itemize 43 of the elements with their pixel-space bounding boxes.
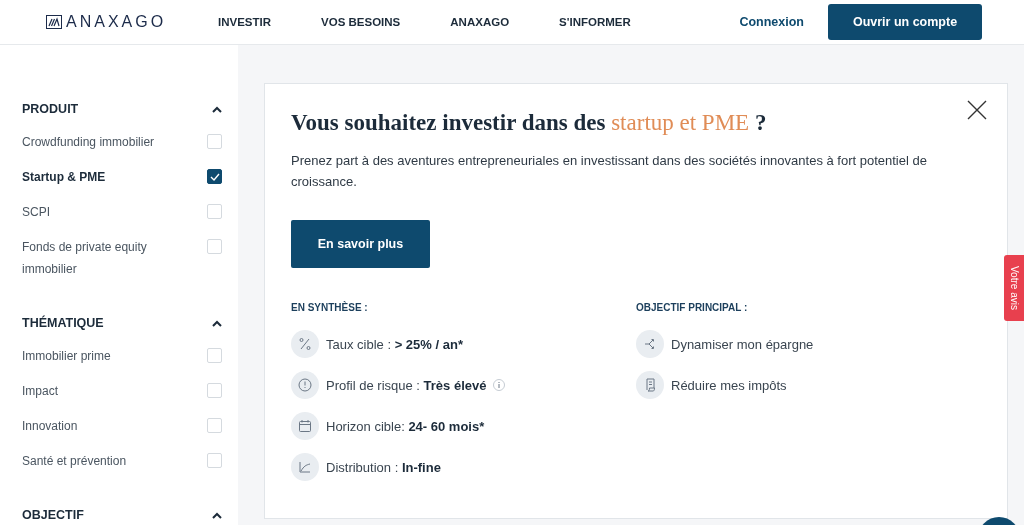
filter-label[interactable]: Startup & PME [22, 166, 182, 188]
summary-item: Taux cible : > 25% / an* [326, 336, 463, 352]
warning-icon [291, 371, 319, 399]
filter-section-title[interactable]: PRODUIT [22, 102, 79, 116]
card-title: Vous souhaitez investir dans des startup et PME ? [291, 110, 768, 136]
summary-item: Horizon cible: 24- 60 mois* [326, 418, 485, 434]
chevron-icon[interactable] [212, 105, 222, 113]
summary-heading: EN SYNTHÈSE : [291, 302, 369, 313]
nav-link[interactable]: VOS BESOINS [321, 16, 401, 28]
close-icon[interactable] [967, 100, 987, 120]
card-description: Prenez part à des aventures entrepreneuriales en investissant dans des sociétés innovantes à fort potentiel de croissance. [291, 152, 928, 191]
filter-label[interactable]: SCPI [22, 201, 182, 223]
filter-label[interactable]: Immobilier prime [22, 345, 182, 367]
percent-icon [291, 330, 319, 358]
open-account-button[interactable]: Ouvrir un compte [828, 4, 982, 40]
chevron-icon[interactable] [212, 319, 222, 327]
objective-item: Réduire mes impôts [671, 377, 787, 393]
filter-label[interactable]: Santé et prévention [22, 450, 182, 472]
nav-link[interactable]: ANAXAGO [450, 16, 510, 28]
info-icon[interactable] [493, 379, 506, 391]
filter-label[interactable]: Impact [22, 380, 182, 402]
filter-section-title[interactable]: OBJECTIF [22, 508, 84, 522]
logo-icon [46, 15, 62, 29]
filter-label[interactable]: Innovation [22, 415, 182, 437]
chart-icon [291, 453, 319, 481]
branch-icon [636, 330, 664, 358]
learn-more-button[interactable]: En savoir plus [291, 220, 430, 268]
summary-item: Profil de risque : Très élevé [326, 377, 487, 393]
filter-label[interactable]: Crowdfunding immobilier [22, 131, 182, 153]
receipt-icon [636, 371, 664, 399]
chevron-icon[interactable] [212, 511, 222, 519]
nav-link[interactable]: S'INFORMER [559, 16, 631, 28]
objective-item: Dynamiser mon épargne [671, 336, 814, 352]
logo-text[interactable]: ANAXAGO [66, 13, 167, 31]
filter-label[interactable]: Fonds de private equity immobilier [22, 236, 182, 280]
nav-link[interactable]: INVESTIR [218, 16, 272, 28]
login-link[interactable]: Connexion [739, 15, 804, 29]
checkbox[interactable] [207, 169, 222, 184]
filter-section-title[interactable]: THÉMATIQUE [22, 316, 104, 330]
summary-item: Distribution : In-fine [326, 459, 441, 475]
calendar-icon [291, 412, 319, 440]
feedback-tab[interactable]: Votre avis [1004, 255, 1024, 321]
objective-heading: OBJECTIF PRINCIPAL : [636, 302, 749, 313]
